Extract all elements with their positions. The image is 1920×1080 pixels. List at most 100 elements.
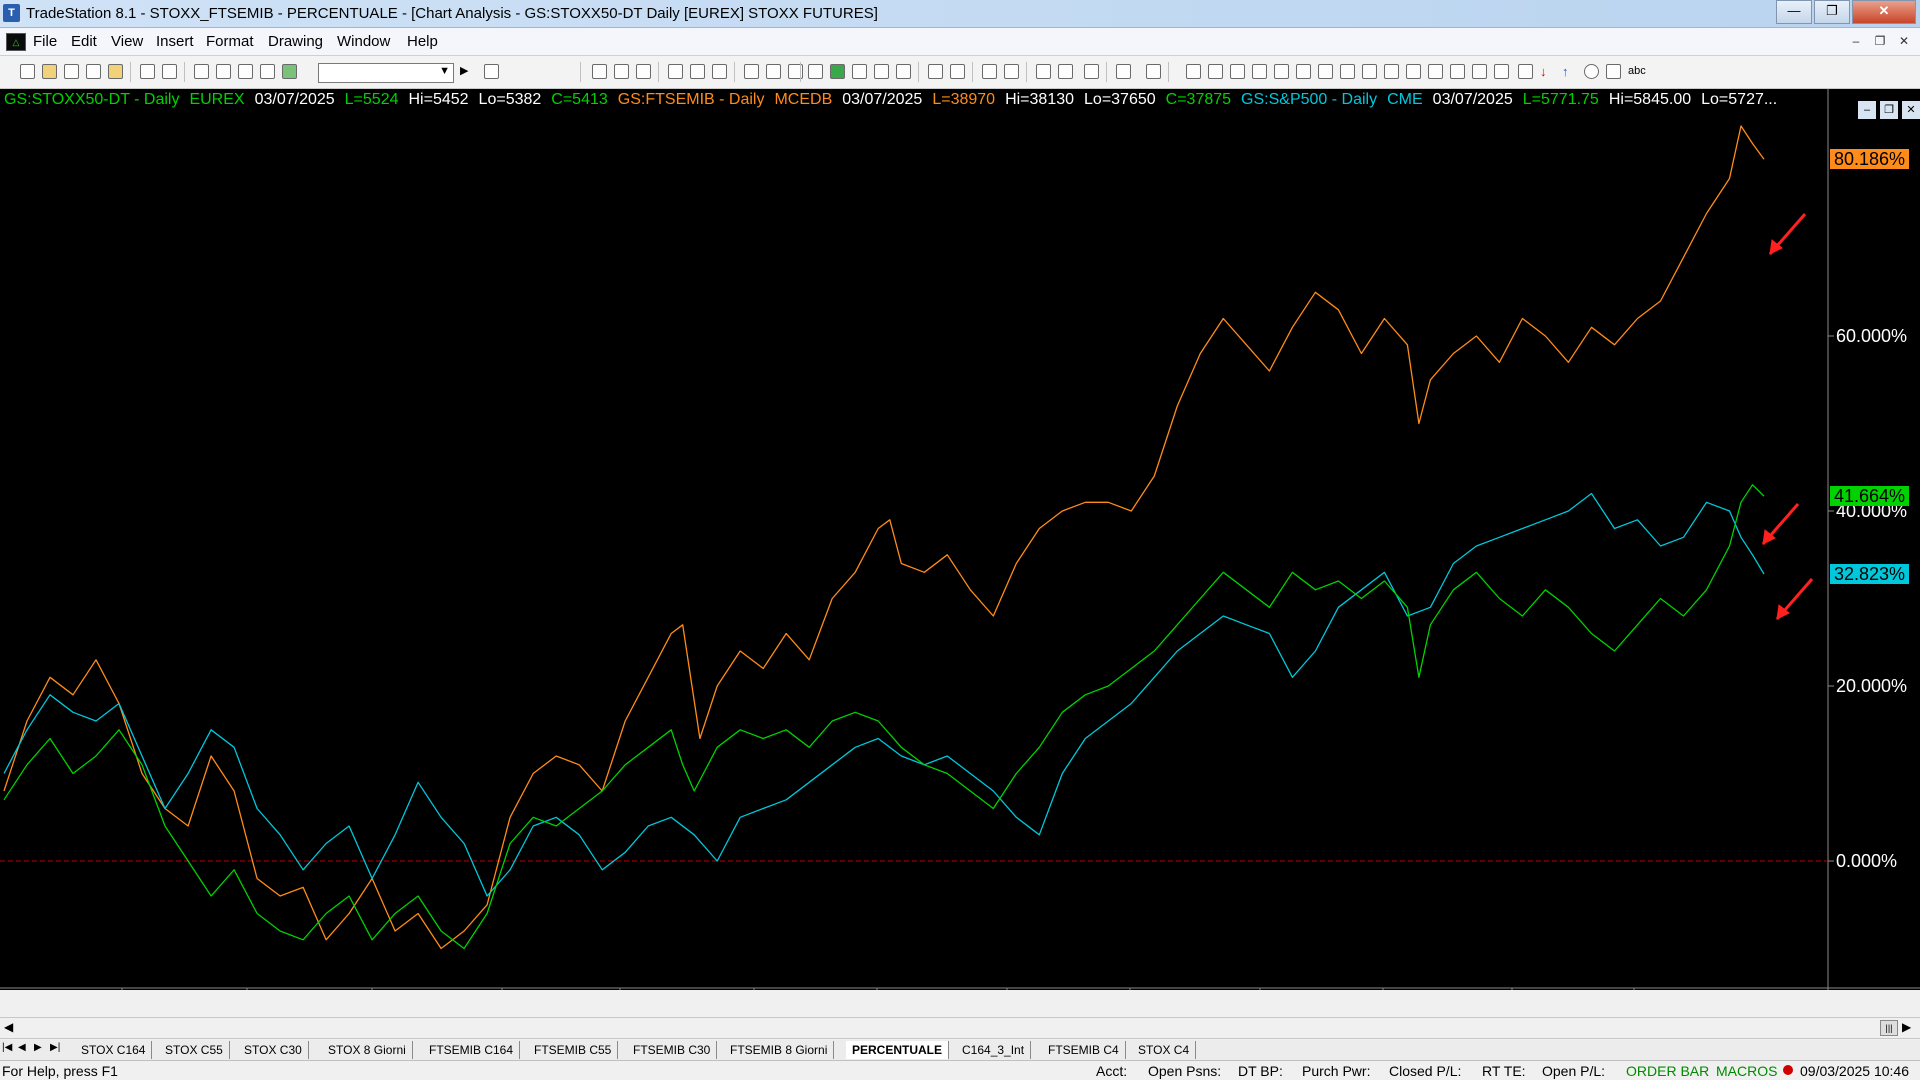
- fibonacci-icon[interactable]: [1296, 64, 1311, 79]
- horizontal-lines-icon[interactable]: [1230, 64, 1245, 79]
- tab-stox-c30[interactable]: STOX C30: [238, 1041, 309, 1059]
- print-icon[interactable]: [162, 64, 177, 79]
- globe-icon[interactable]: [282, 64, 297, 79]
- chart-restore-icon[interactable]: ❐: [1880, 101, 1898, 119]
- minimize-button[interactable]: —: [1776, 0, 1812, 24]
- chart-close-icon[interactable]: ✕: [1902, 101, 1920, 119]
- mdi-minimize-icon[interactable]: –: [1847, 32, 1865, 50]
- chart-tool-icon-16[interactable]: [950, 64, 965, 79]
- sell-arrow-icon[interactable]: ↓: [1540, 64, 1555, 79]
- restore-button[interactable]: ❐: [1814, 0, 1850, 24]
- regression-icon[interactable]: [1472, 64, 1487, 79]
- tools-icon[interactable]: [1084, 64, 1099, 79]
- window2-icon[interactable]: [216, 64, 231, 79]
- edit-icon[interactable]: [260, 64, 275, 79]
- chart-minimize-icon[interactable]: –: [1858, 101, 1876, 119]
- copy-icon[interactable]: [86, 64, 101, 79]
- tab-stox-c4[interactable]: STOX C4: [1132, 1041, 1197, 1059]
- menu-file[interactable]: File: [33, 33, 57, 50]
- chart-tool-icon-5[interactable]: [690, 64, 705, 79]
- menu-edit[interactable]: Edit: [71, 33, 97, 50]
- chart-tool-icon-15[interactable]: [928, 64, 943, 79]
- tab-ftsemib-c30[interactable]: FTSEMIB C30: [627, 1041, 718, 1059]
- fib-retrace-icon[interactable]: [1406, 64, 1421, 79]
- chart-tool-icon-10[interactable]: [808, 64, 823, 79]
- fib-arc-icon[interactable]: [1428, 64, 1443, 79]
- rectangle-icon[interactable]: [1606, 64, 1621, 79]
- curve-icon[interactable]: [1518, 64, 1533, 79]
- fib-time-icon[interactable]: [1384, 64, 1399, 79]
- menu-window[interactable]: Window: [337, 33, 390, 50]
- andrews-pitchfork-icon[interactable]: [1450, 64, 1465, 79]
- menu-insert[interactable]: Insert: [156, 33, 194, 50]
- lock-icon[interactable]: [238, 64, 253, 79]
- window-icon[interactable]: [194, 64, 209, 79]
- chart-tool-icon-4[interactable]: [668, 64, 683, 79]
- channel-icon[interactable]: [1252, 64, 1267, 79]
- open-icon[interactable]: [42, 64, 57, 79]
- arrow-horizontal-icon[interactable]: [1362, 64, 1377, 79]
- menu-format[interactable]: Format: [206, 33, 254, 50]
- mdi-close-icon[interactable]: ✕: [1895, 32, 1913, 50]
- chart-tool-icon-18[interactable]: [1146, 64, 1161, 79]
- chart-tool-icon-14[interactable]: [896, 64, 911, 79]
- status-macros[interactable]: MACROS: [1716, 1063, 1777, 1079]
- gann-fan-icon[interactable]: [1340, 64, 1355, 79]
- new-icon[interactable]: [20, 64, 35, 79]
- menu-help[interactable]: Help: [407, 33, 438, 50]
- tab-percentuale[interactable]: PERCENTUALE: [846, 1041, 950, 1059]
- ellipse-icon[interactable]: [1584, 64, 1599, 79]
- zoom-out-icon[interactable]: [1004, 64, 1019, 79]
- folder-icon[interactable]: [108, 64, 123, 79]
- buy-arrow-icon[interactable]: ↑: [1562, 64, 1577, 79]
- tab-stox-c55[interactable]: STOX C55: [159, 1041, 230, 1059]
- symbol-combobox[interactable]: ▼: [318, 63, 454, 83]
- tab-ftsemib-8-giorni[interactable]: FTSEMIB 8 Giorni: [724, 1041, 835, 1059]
- chart-tool-icon-11[interactable]: [830, 64, 845, 79]
- scroll-thumb[interactable]: |||: [1880, 1020, 1898, 1036]
- tab-c164-3-int[interactable]: C164_3_Int: [956, 1041, 1032, 1059]
- tab-ftsemib-c55[interactable]: FTSEMIB C55: [528, 1041, 619, 1059]
- scroll-left-icon[interactable]: ◀: [4, 1020, 13, 1034]
- tab-first-icon[interactable]: |◀: [2, 1042, 12, 1053]
- chart-tool-icon-1[interactable]: [592, 64, 607, 79]
- chart-document-icon[interactable]: △: [6, 33, 26, 51]
- pointer-icon[interactable]: [1036, 64, 1051, 79]
- tradestation-app-icon[interactable]: T: [3, 4, 20, 22]
- scroll-right-icon[interactable]: ▶: [1902, 1020, 1911, 1034]
- tab-ftsemib-c4[interactable]: FTSEMIB C4: [1042, 1041, 1126, 1059]
- tab-last-icon[interactable]: ▶|: [50, 1042, 60, 1053]
- print-preview-icon[interactable]: [140, 64, 155, 79]
- price-chart[interactable]: 0.000%20.000%40.000%60.000%22AprJulOct23…: [0, 89, 1920, 990]
- tab-stox-c164[interactable]: STOX C164: [75, 1041, 153, 1059]
- freehand-icon[interactable]: [1494, 64, 1509, 79]
- speedlines-icon[interactable]: [1318, 64, 1333, 79]
- chart-tool-icon-3[interactable]: [636, 64, 651, 79]
- chart-area[interactable]: 0.000%20.000%40.000%60.000%22AprJulOct23…: [0, 89, 1920, 990]
- vertical-lines-icon[interactable]: [1208, 64, 1223, 79]
- chart-tool-icon-8[interactable]: [766, 64, 781, 79]
- tab-stox-8-giorni[interactable]: STOX 8 Giorni: [322, 1041, 413, 1059]
- mdi-restore-icon[interactable]: ❐: [1871, 32, 1889, 50]
- tab-prev-icon[interactable]: ◀: [18, 1042, 26, 1053]
- trendline-icon[interactable]: [1186, 64, 1201, 79]
- chevron-down-icon[interactable]: ▼: [439, 65, 450, 77]
- wave-icon[interactable]: [1274, 64, 1289, 79]
- zoom-in-icon[interactable]: [982, 64, 997, 79]
- tab-next-icon[interactable]: ▶: [34, 1042, 42, 1053]
- chart-tool-icon-6[interactable]: [712, 64, 727, 79]
- new-workspace-icon[interactable]: [64, 64, 79, 79]
- chart-tool-icon-12[interactable]: [852, 64, 867, 79]
- find-icon[interactable]: [484, 64, 499, 79]
- chart-tool-icon-13[interactable]: [874, 64, 889, 79]
- menu-view[interactable]: View: [111, 33, 143, 50]
- chart-tool-icon-17[interactable]: [1116, 64, 1131, 79]
- arrow-right-icon[interactable]: ▶: [460, 64, 475, 79]
- chart-tool-icon-2[interactable]: [614, 64, 629, 79]
- status-order-bar[interactable]: ORDER BAR: [1626, 1063, 1709, 1079]
- drag-icon[interactable]: [1058, 64, 1073, 79]
- close-button[interactable]: ✕: [1852, 0, 1916, 24]
- menu-drawing[interactable]: Drawing: [268, 33, 323, 50]
- tab-ftsemib-c164[interactable]: FTSEMIB C164: [423, 1041, 521, 1059]
- text-icon[interactable]: abc: [1628, 64, 1650, 79]
